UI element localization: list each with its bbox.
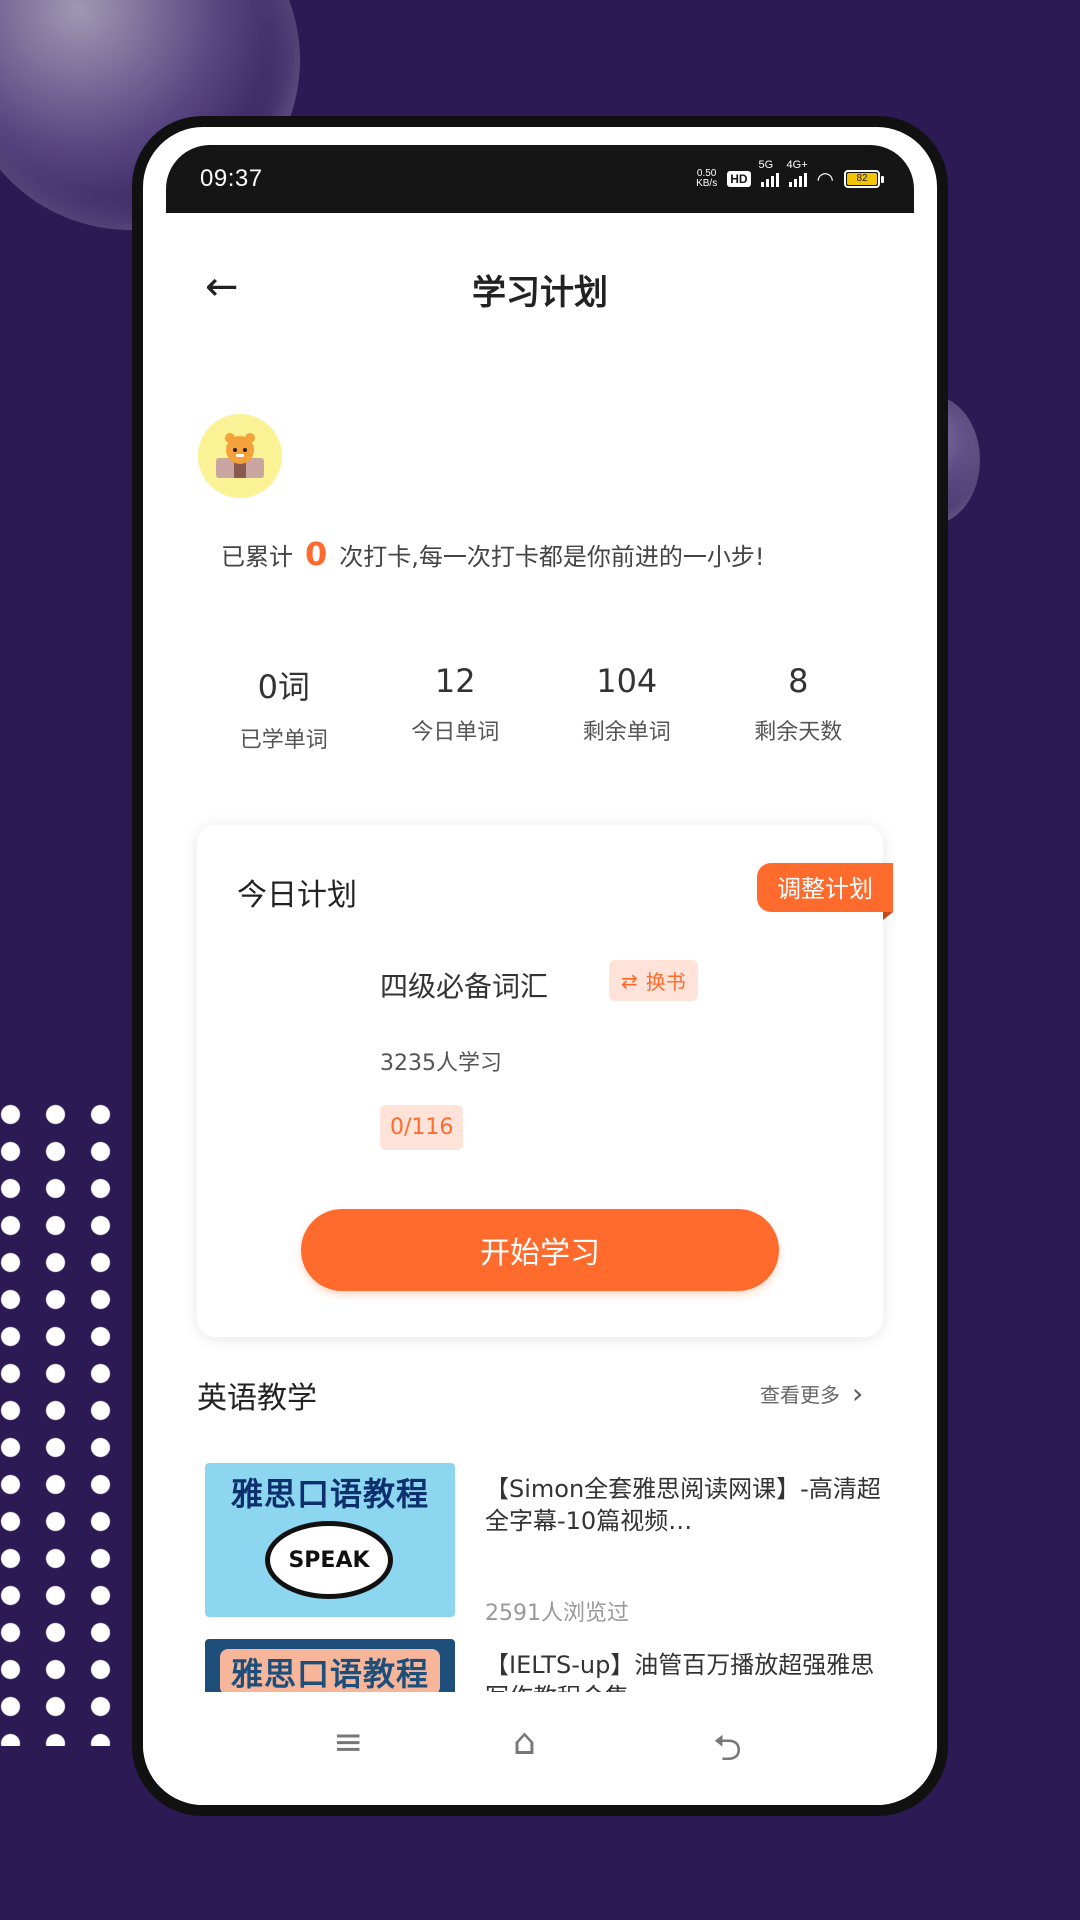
home-icon[interactable]: ⌂ — [513, 1722, 536, 1763]
course-views: 2591人浏览过 — [485, 1601, 629, 1626]
status-bar: 09:37 0.50 KB/s HD 5G 4G+ ◠ 82 — [166, 145, 914, 213]
signal-5g-icon: 5G — [759, 159, 779, 187]
stats-row: 0词 已学单词 12 今日单词 104 剩余单词 8 剩余天数 — [198, 662, 884, 754]
tiger-mascot-icon — [216, 433, 264, 478]
start-learning-button[interactable]: 开始学习 — [301, 1209, 779, 1291]
signal-4g-icon: 4G+ — [787, 159, 808, 187]
progress-badge: 0/116 — [380, 1105, 464, 1150]
today-plan-card: 今日计划 调整计划 四级必备词汇 ⇄ 换书 3235人学习 0/116 开始学习 — [197, 825, 893, 1337]
page-title: 学习计划 — [472, 273, 608, 313]
status-time: 09:37 — [200, 165, 263, 192]
status-icons: 0.50 KB/s HD 5G 4G+ ◠ 82 — [696, 159, 884, 192]
network-speed: 0.50 KB/s — [696, 168, 718, 189]
book-name: 四级必备词汇 — [380, 970, 549, 1003]
plan-title: 今日计划 — [237, 878, 357, 913]
swap-book-button[interactable]: ⇄ 换书 — [609, 960, 698, 1001]
section-title: 英语教学 — [197, 1381, 317, 1416]
stat-today-words: 12 今日单词 — [411, 662, 500, 745]
learner-count: 3235人学习 — [380, 1051, 502, 1076]
avatar[interactable] — [198, 414, 282, 498]
hd-icon: HD — [727, 171, 751, 187]
view-more-link[interactable]: 查看更多 › — [760, 1377, 863, 1410]
course-thumbnail: 雅思口语教程 SPEAK — [205, 1463, 455, 1617]
adjust-plan-button[interactable]: 调整计划 — [757, 863, 893, 920]
stat-remaining-words: 104 剩余单词 — [582, 662, 671, 745]
course-title: 【Simon全套雅思阅读网课】-高清超全字幕-10篇视频… — [485, 1475, 881, 1535]
menu-icon[interactable]: ≡ — [333, 1722, 363, 1763]
wifi-icon: ◠ — [816, 168, 834, 191]
chevron-right-icon: › — [852, 1377, 864, 1410]
back-icon[interactable]: ⮌ — [713, 1722, 742, 1783]
speech-bubble-icon: SPEAK — [265, 1521, 393, 1599]
decorative-dot-grid — [0, 1096, 120, 1746]
stat-learned-words: 0词 已学单词 — [239, 668, 328, 753]
checkin-count: 0 — [305, 535, 328, 573]
course-item[interactable]: 雅思口语教程 SPEAK 【Simon全套雅思阅读网课】-高清超全字幕-10篇视… — [205, 1463, 885, 1626]
phone-screen: 09:37 0.50 KB/s HD 5G 4G+ ◠ 82 ← 学习计划 已累… — [143, 127, 937, 1805]
battery-icon: 82 — [844, 170, 884, 188]
checkin-summary: 已累计 0 次打卡,每一次打卡都是你前进的一小步! — [221, 535, 765, 573]
system-navigation-bar: ≡ ⌂ ⮌ — [143, 1692, 937, 1805]
swap-icon: ⇄ — [621, 968, 638, 993]
stat-remaining-days: 8 剩余天数 — [754, 662, 843, 745]
app-header: ← 学习计划 — [143, 247, 937, 327]
